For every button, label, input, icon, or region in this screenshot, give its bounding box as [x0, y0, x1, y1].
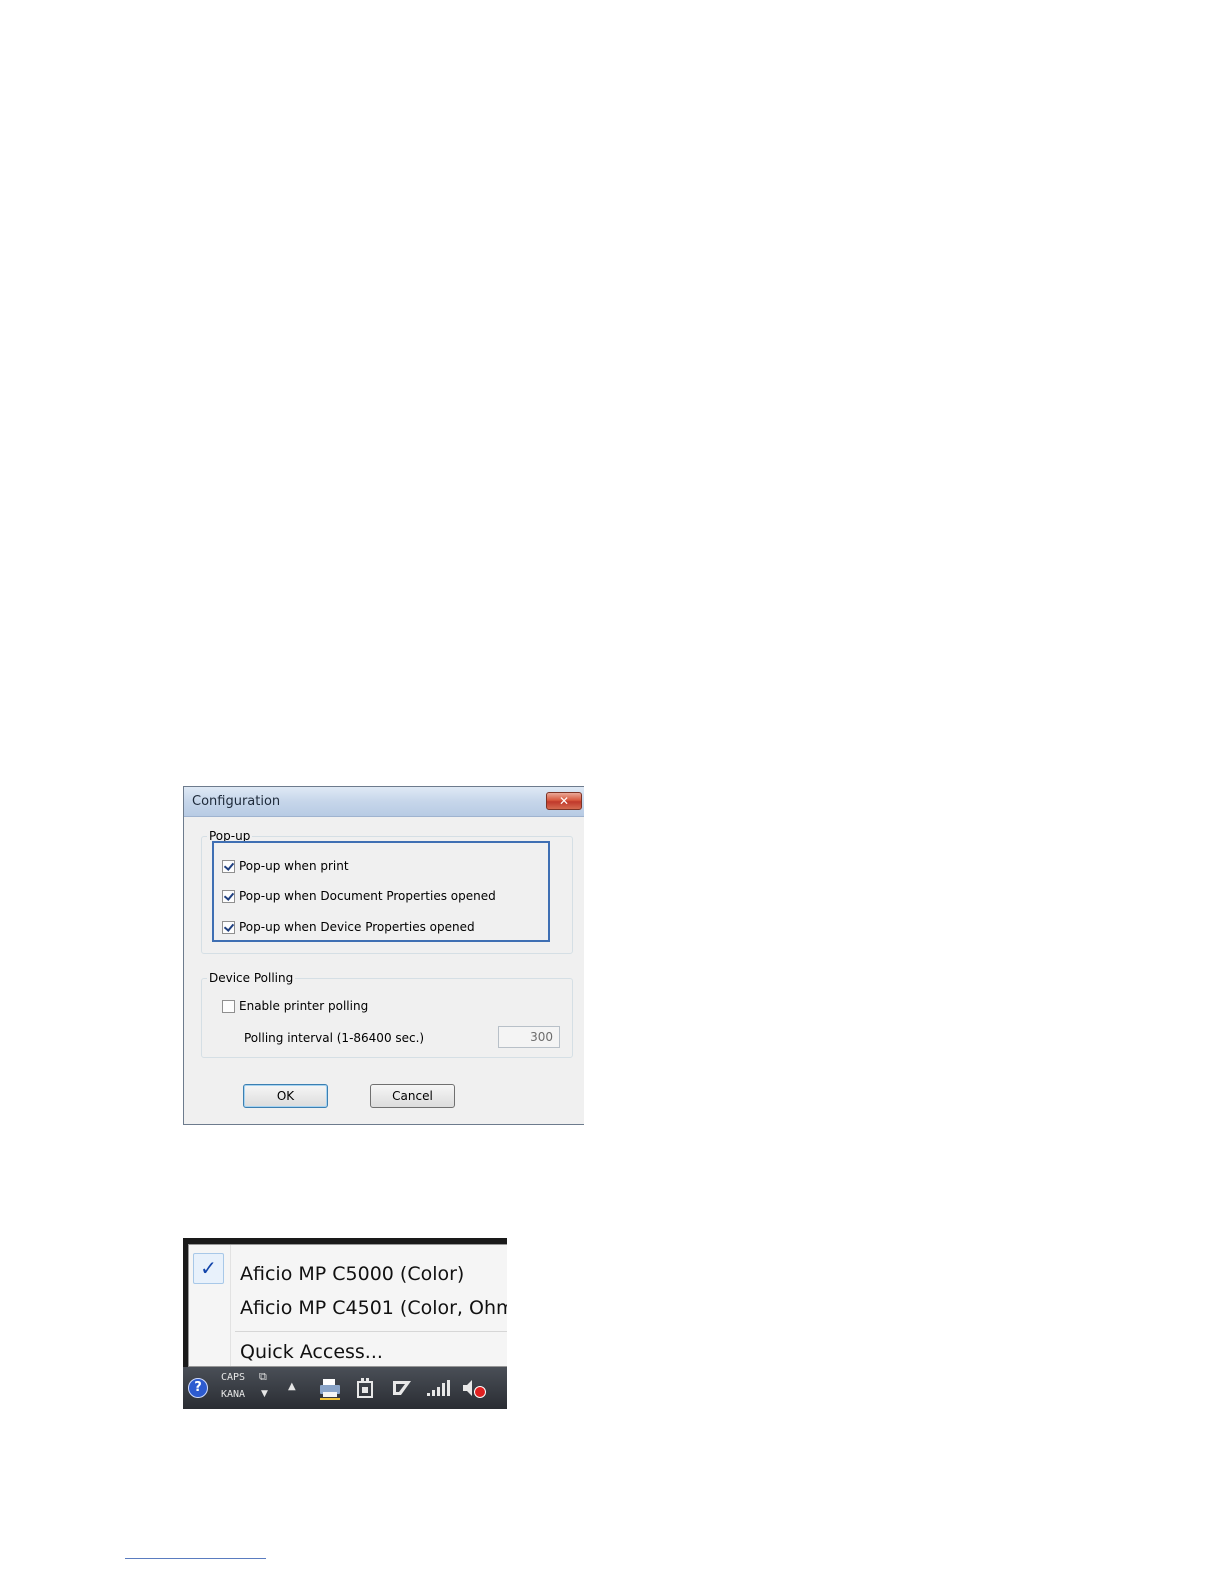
checkbox-label: Enable printer polling [239, 999, 369, 1013]
close-icon: ✕ [558, 794, 570, 808]
help-icon[interactable]: ? [188, 1378, 208, 1398]
enable-polling-checkbox[interactable]: Enable printer polling [222, 999, 368, 1013]
popup-when-print-checkbox[interactable]: Pop-up when print [222, 859, 349, 873]
popup-doc-properties-checkbox[interactable]: Pop-up when Document Properties opened [222, 889, 496, 903]
mute-indicator-icon [474, 1386, 486, 1398]
checkbox-box[interactable] [222, 999, 235, 1013]
power-icon[interactable] [355, 1376, 377, 1400]
show-hidden-icons-icon[interactable]: ▲ [288, 1381, 296, 1392]
checkbox-box[interactable] [222, 859, 235, 873]
menu-separator [235, 1331, 507, 1332]
tray-context-screenshot: ✓ Aficio MP C5000 (Color) Aficio MP C450… [183, 1238, 507, 1409]
ok-button[interactable]: OK [243, 1084, 328, 1108]
printer-icon[interactable] [318, 1377, 342, 1401]
checkbox-box[interactable] [222, 889, 235, 903]
printer-context-menu: ✓ Aficio MP C5000 (Color) Aficio MP C450… [188, 1244, 507, 1367]
polling-interval-field[interactable]: 300 [498, 1026, 560, 1048]
checkbox-label: Pop-up when print [239, 859, 349, 873]
polling-group-label: Device Polling [207, 971, 296, 985]
close-button[interactable]: ✕ [546, 792, 582, 810]
footnote-separator [125, 1558, 266, 1559]
checkmark-glyph: ✓ [200, 1256, 217, 1280]
polling-interval-label: Polling interval (1-86400 sec.) [244, 1031, 425, 1045]
taskbar-tray: ? CAPS KANA ⧉ ▼ ▲ [183, 1367, 507, 1409]
checkbox-label: Pop-up when Document Properties opened [239, 889, 496, 903]
caps-indicator: CAPS [221, 1372, 246, 1383]
kana-indicator: KANA [221, 1389, 246, 1400]
signal-icon[interactable] [425, 1379, 451, 1397]
configuration-dialog: Configuration ✕ Pop-up Pop-up when print… [183, 786, 584, 1125]
checkmark-icon: ✓ [193, 1253, 224, 1284]
checkbox-label: Pop-up when Device Properties opened [239, 920, 475, 934]
ime-icon[interactable]: ⧉ [259, 1370, 267, 1384]
dialog-title: Configuration [192, 794, 281, 809]
cancel-button[interactable]: Cancel [370, 1084, 455, 1108]
chevron-down-icon[interactable]: ▼ [261, 1389, 268, 1399]
checkbox-box[interactable] [222, 920, 235, 934]
tablet-icon[interactable] [391, 1378, 413, 1398]
dialog-titlebar[interactable]: Configuration ✕ [184, 787, 584, 817]
menu-item-aficio-c4501[interactable]: Aficio MP C4501 (Color, Ohmori [240, 1297, 507, 1319]
menu-item-aficio-c5000[interactable]: Aficio MP C5000 (Color) [240, 1263, 464, 1285]
popup-device-properties-checkbox[interactable]: Pop-up when Device Properties opened [222, 920, 475, 934]
menu-item-quick-access[interactable]: Quick Access... [240, 1341, 383, 1363]
